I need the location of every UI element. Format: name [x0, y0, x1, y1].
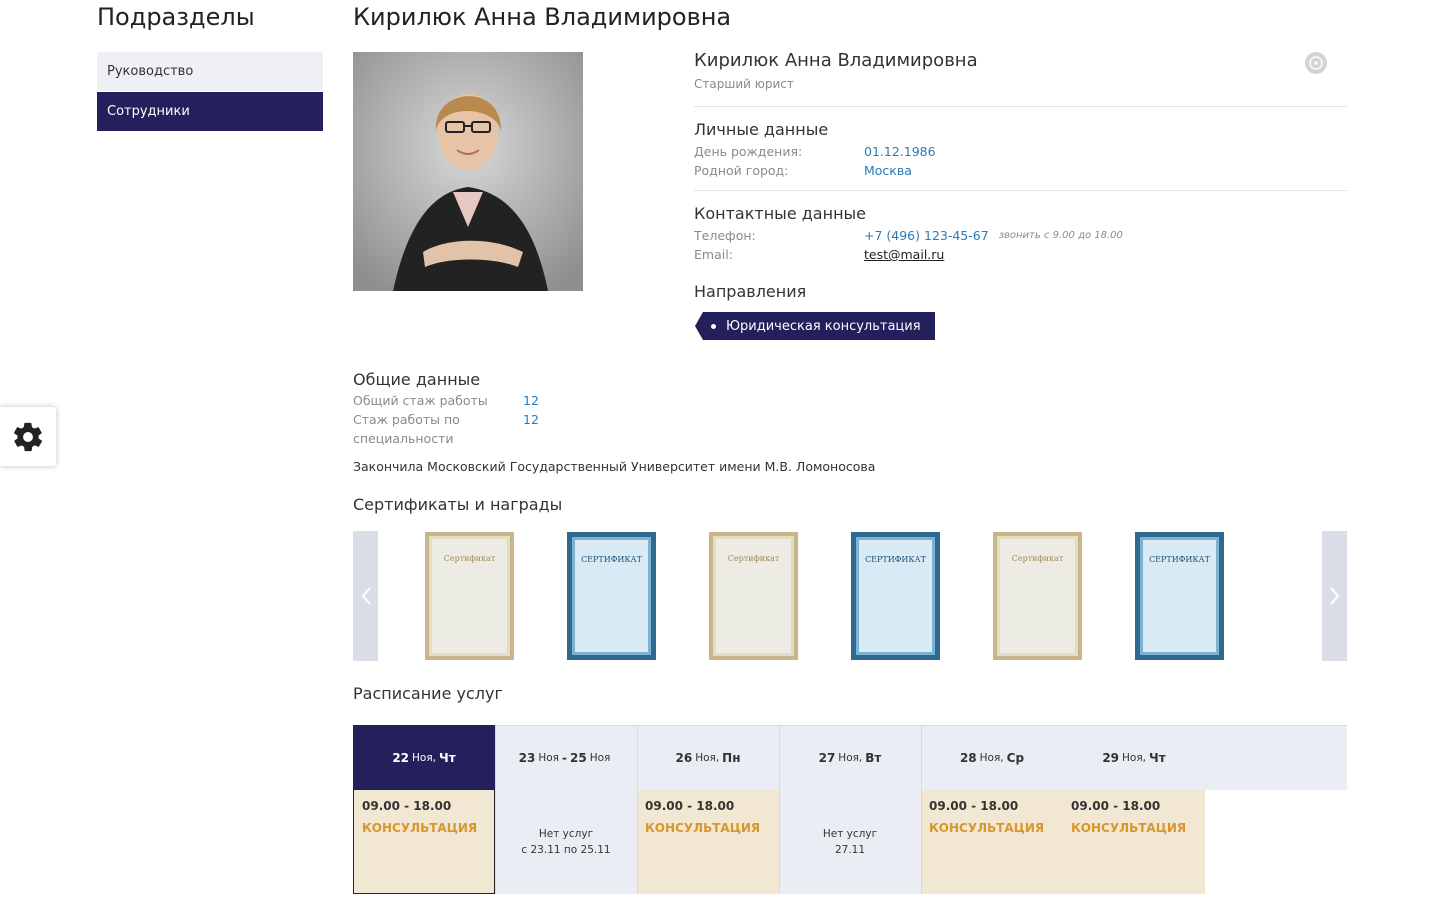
email-row: Email: test@mail.ru	[694, 245, 1347, 264]
phone-label: Телефон:	[694, 228, 756, 243]
slot-time: 09.00 - 18.00	[929, 799, 1019, 813]
page-title: Кирилюк Анна Владимировна	[353, 3, 732, 31]
personal-data-title: Личные данные	[694, 120, 829, 139]
education-text: Закончила Московский Государственный Уни…	[353, 459, 876, 474]
phone-link[interactable]: +7 (496) 123-45-67	[864, 226, 989, 245]
certificates-title: Сертификаты и награды	[353, 495, 563, 514]
certificate-image[interactable]: СЕРТИФИКАТ	[1135, 532, 1224, 660]
total-exp-row: Общий стаж работы 12	[353, 391, 953, 410]
play-icon	[1309, 56, 1323, 70]
slot-time: 09.00 - 18.00	[1071, 799, 1161, 813]
certificate-image[interactable]: Сертификат	[993, 532, 1082, 660]
column-divider	[495, 725, 496, 894]
schedule-slot[interactable]: 09.00 - 18.00 КОНСУЛЬТАЦИЯ	[353, 790, 495, 894]
schedule-title: Расписание услуг	[353, 684, 503, 703]
person-image	[353, 52, 583, 291]
directions-title: Направления	[694, 282, 807, 301]
day-header[interactable]: 23 Ноя - 25 Ноя	[495, 725, 637, 790]
gear-icon	[14, 422, 42, 451]
certificate-image[interactable]: Сертификат	[425, 532, 514, 660]
schedule-slot[interactable]: 09.00 - 18.00 КОНСУЛЬТАЦИЯ	[921, 790, 1063, 894]
video-button[interactable]	[1305, 52, 1327, 74]
birthday-value: 01.12.1986	[864, 144, 936, 159]
slot-time: 09.00 - 18.00	[645, 799, 735, 813]
divider	[694, 106, 1347, 107]
spec-exp-label-line1: Стаж работы по	[353, 412, 460, 427]
chevron-left-icon	[361, 587, 371, 605]
day-header[interactable]: 29 Ноя, Чт	[1063, 725, 1205, 790]
column-divider	[637, 725, 638, 894]
phone-note: звонить с 9.00 до 18.00	[998, 230, 1123, 241]
general-data-title: Общие данные	[353, 370, 481, 389]
settings-button[interactable]	[0, 407, 56, 466]
slot-service: КОНСУЛЬТАЦИЯ	[362, 821, 478, 835]
spec-exp-value: 12	[523, 412, 539, 427]
slot-time: 09.00 - 18.00	[362, 799, 452, 813]
day-header[interactable]: 22 Ноя, Чт	[353, 725, 495, 790]
column-divider	[921, 725, 922, 894]
day-header[interactable]: 28 Ноя, Ср	[921, 725, 1063, 790]
divider	[694, 190, 1347, 191]
hometown-label: Родной город:	[694, 163, 789, 178]
sidebar-title: Подразделы	[97, 3, 255, 31]
profile-position: Старший юрист	[694, 77, 794, 91]
schedule-slot[interactable]: 09.00 - 18.00 КОНСУЛЬТАЦИЯ	[1063, 790, 1205, 894]
spec-exp-label: Стаж работы по специальности	[353, 410, 523, 448]
certificate-image[interactable]: СЕРТИФИКАТ	[567, 532, 656, 660]
certificate-image[interactable]: СЕРТИФИКАТ	[851, 532, 940, 660]
birthday-label: День рождения:	[694, 144, 803, 159]
hometown-row: Родной город: Москва	[694, 161, 1347, 180]
profile-name: Кирилюк Анна Владимировна	[694, 50, 978, 71]
profile-info: Кирилюк Анна Владимировна Старший юрист …	[694, 50, 1347, 340]
employee-photo	[353, 52, 583, 291]
certificates-slider: Сертификат СЕРТИФИКАТ Сертификат СЕРТИФИ…	[353, 531, 1347, 661]
direction-tag[interactable]: Юридическая консультация	[695, 312, 935, 340]
total-exp-value: 12	[523, 393, 539, 408]
schedule-slot[interactable]: 09.00 - 18.00 КОНСУЛЬТАЦИЯ	[637, 790, 779, 894]
phone-row: Телефон: +7 (496) 123-45-67 звонить с 9.…	[694, 226, 1347, 245]
general-data: Общие данные Общий стаж работы 12 Стаж р…	[353, 370, 953, 448]
total-exp-label: Общий стаж работы	[353, 393, 488, 408]
chevron-right-icon	[1329, 587, 1339, 605]
column-divider	[779, 725, 780, 894]
slider-prev-button[interactable]	[353, 531, 378, 661]
direction-label: Юридическая консультация	[726, 318, 921, 334]
schedule-empty: Нет услуг 27.11	[779, 790, 921, 894]
slider-next-button[interactable]	[1322, 531, 1347, 661]
spec-exp-label-line2: специальности	[353, 431, 454, 446]
spec-exp-row: Стаж работы по специальности 12	[353, 410, 953, 448]
sidebar-item-employees[interactable]: Сотрудники	[97, 92, 323, 131]
slot-service: КОНСУЛЬТАЦИЯ	[1071, 821, 1187, 835]
sidebar-item-management[interactable]: Руководство	[97, 52, 323, 91]
day-header[interactable]: 26 Ноя, Пн	[637, 725, 779, 790]
bullet-icon	[711, 323, 716, 329]
schedule-empty: Нет услуг с 23.11 по 25.11	[495, 790, 637, 894]
certificate-image[interactable]: Сертификат	[709, 532, 798, 660]
birthday-row: День рождения: 01.12.1986	[694, 142, 1347, 161]
hometown-value: Москва	[864, 163, 912, 178]
contacts-title: Контактные данные	[694, 204, 867, 223]
slot-service: КОНСУЛЬТАЦИЯ	[929, 821, 1045, 835]
schedule-table: 22 Ноя, Чт 09.00 - 18.00 КОНСУЛЬТАЦИЯ 23…	[353, 725, 1347, 895]
day-header[interactable]: 27 Ноя, Вт	[779, 725, 921, 790]
email-link[interactable]: test@mail.ru	[864, 245, 944, 264]
email-label: Email:	[694, 247, 733, 262]
slot-service: КОНСУЛЬТАЦИЯ	[645, 821, 761, 835]
